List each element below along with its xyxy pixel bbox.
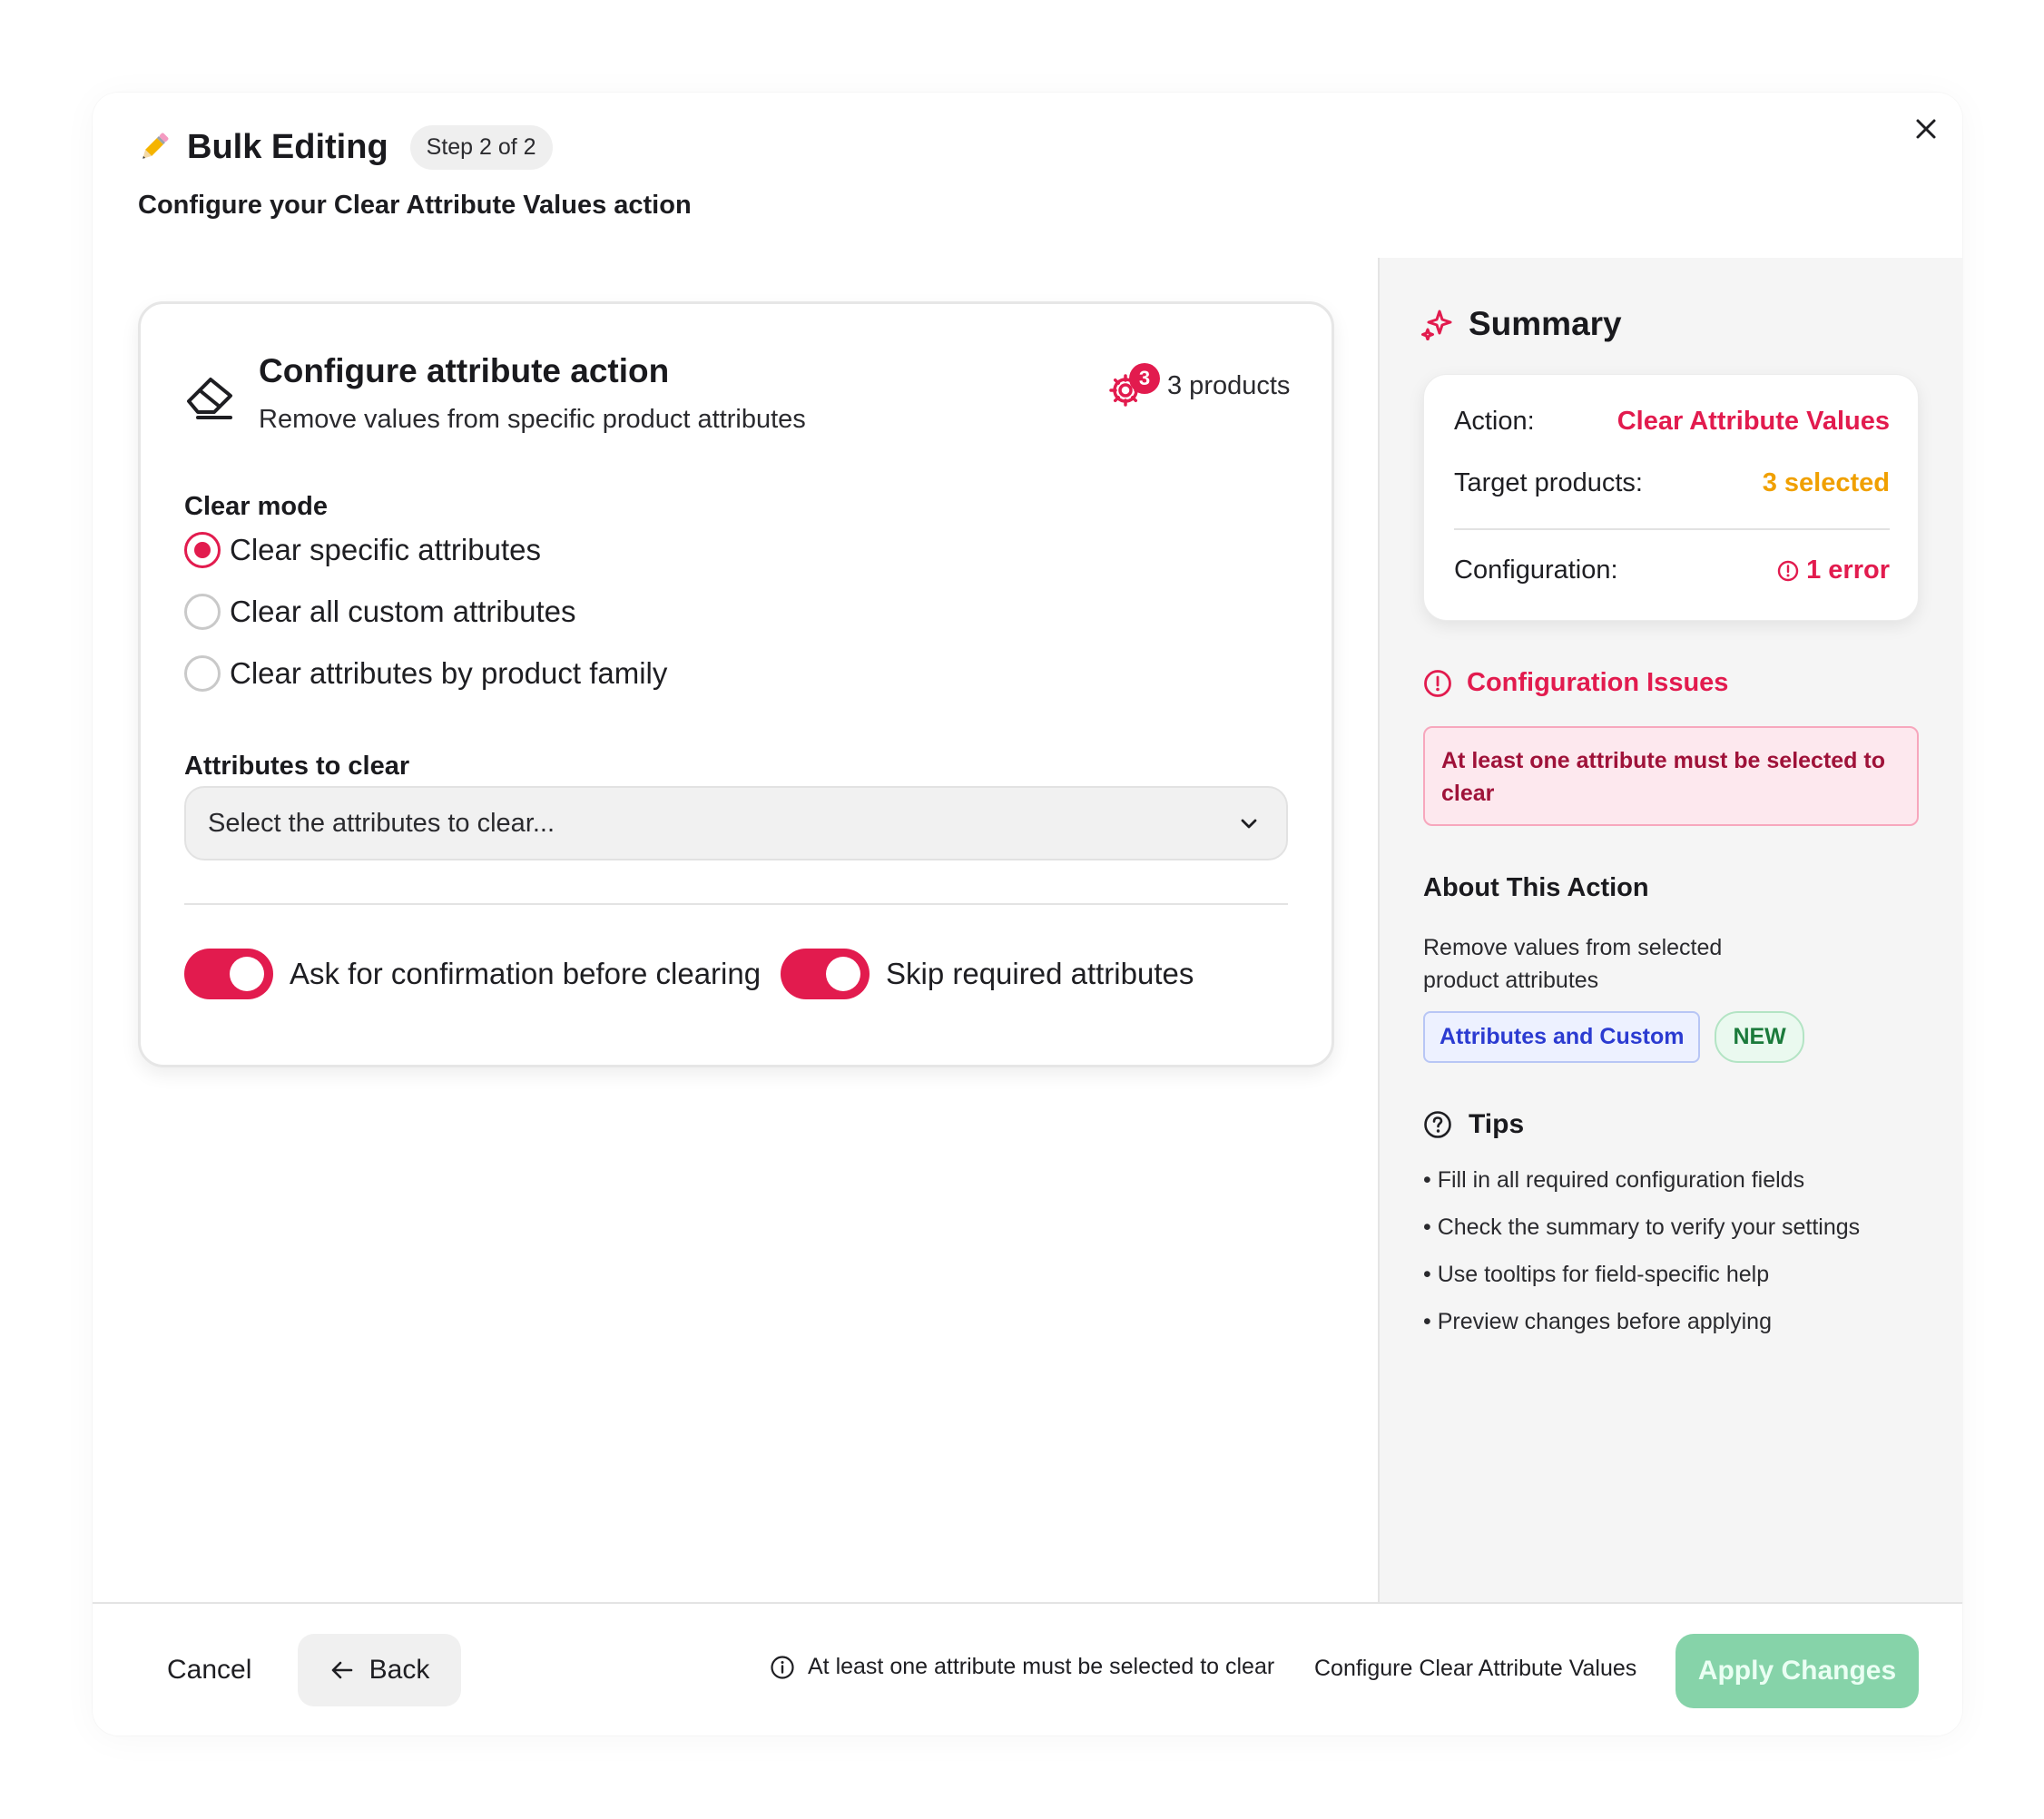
attributes-to-clear-label: Attributes to clear xyxy=(184,752,410,781)
close-button[interactable] xyxy=(1906,109,1946,149)
pencil-icon xyxy=(142,133,169,159)
attributes-select-placeholder: Select the attributes to clear... xyxy=(208,808,555,838)
radio-clear-all-custom[interactable]: Clear all custom attributes xyxy=(184,594,575,630)
radio-button[interactable] xyxy=(184,532,221,568)
toggle-label: Ask for confirmation before clearing xyxy=(290,957,762,990)
product-count-badge: 3 xyxy=(1129,363,1160,394)
summary-title: Summary xyxy=(1469,305,1622,342)
summary-action-key: Action: xyxy=(1454,407,1535,436)
apply-changes-button[interactable]: Apply Changes xyxy=(1675,1634,1919,1708)
modal-title: Bulk Editing xyxy=(187,127,388,166)
summary-config-key: Configuration: xyxy=(1454,556,1618,585)
sparkle-icon xyxy=(1421,310,1452,340)
radio-button[interactable] xyxy=(184,655,221,692)
radio-clear-specific[interactable]: Clear specific attributes xyxy=(184,532,541,568)
footer-action-label: Configure Clear Attribute Values xyxy=(1314,1656,1637,1681)
subtitle-action: Clear Attribute Values xyxy=(333,191,607,220)
new-badge: NEW xyxy=(1715,1011,1804,1063)
arrow-left-icon xyxy=(331,1661,352,1679)
toggle-label: Skip required attributes xyxy=(886,957,1194,990)
toggle-skip-required[interactable]: Skip required attributes xyxy=(781,949,1194,999)
products-label: 3 products xyxy=(1167,370,1291,400)
tips-list: Fill in all required configuration field… xyxy=(1423,1167,1860,1356)
eraser-icon xyxy=(187,378,232,419)
about-title: About This Action xyxy=(1423,873,1649,902)
tip-item: Check the summary to verify your setting… xyxy=(1423,1214,1860,1262)
card-divider xyxy=(184,903,1288,905)
alert-circle-icon xyxy=(1424,669,1451,697)
footer-validation: At least one attribute must be selected … xyxy=(770,1654,1274,1680)
radio-label: Clear all custom attributes xyxy=(230,595,576,628)
info-icon xyxy=(771,1655,794,1679)
clear-mode-label: Clear mode xyxy=(184,492,328,521)
summary-config-status: 1 error xyxy=(1777,556,1890,585)
issues-title: Configuration Issues xyxy=(1467,668,1729,697)
summary-action-row: Action: Clear Attribute Values xyxy=(1454,407,1890,437)
toggle-switch[interactable] xyxy=(184,949,273,999)
radio-label: Clear specific attributes xyxy=(230,533,541,566)
summary-target-key: Target products: xyxy=(1454,468,1643,497)
chevron-down-icon xyxy=(1241,819,1257,829)
radio-clear-by-family[interactable]: Clear attributes by product family xyxy=(184,655,667,692)
summary-action-value: Clear Attribute Values xyxy=(1617,407,1890,436)
about-tags: Attributes and Custom NEW xyxy=(1423,1011,1804,1063)
footer-validation-text: At least one attribute must be selected … xyxy=(808,1654,1275,1679)
step-badge: Step 2 of 2 xyxy=(409,124,553,170)
subtitle-suffix: action xyxy=(614,191,692,220)
tip-item: Use tooltips for field-specific help xyxy=(1423,1262,1860,1309)
modal-subtitle: Configure your Clear Attribute Values ac… xyxy=(138,191,692,221)
back-label: Back xyxy=(369,1655,430,1685)
tips-header: Tips xyxy=(1423,1109,1524,1140)
alert-circle-icon xyxy=(1777,560,1799,581)
category-tag: Attributes and Custom xyxy=(1423,1011,1701,1063)
footer-divider xyxy=(93,1602,1962,1604)
card-title: Configure attribute action xyxy=(259,352,670,389)
gear-wrap: 3 xyxy=(1107,363,1160,408)
modal-header: Bulk Editing Step 2 of 2 xyxy=(136,123,553,171)
summary-config-value: 1 error xyxy=(1806,556,1890,585)
card-description: Remove values from specific product attr… xyxy=(259,405,806,434)
summary-config-row: Configuration: 1 error xyxy=(1454,556,1890,585)
issue-message: At least one attribute must be selected … xyxy=(1423,726,1919,826)
tip-item: Fill in all required configuration field… xyxy=(1423,1167,1860,1214)
summary-divider xyxy=(1454,528,1890,530)
summary-header: Summary xyxy=(1421,305,1622,343)
tip-item: Preview changes before applying xyxy=(1423,1309,1860,1356)
issues-header: Configuration Issues xyxy=(1423,668,1728,698)
toggle-confirmation[interactable]: Ask for confirmation before clearing xyxy=(184,949,761,999)
attributes-select[interactable]: Select the attributes to clear... xyxy=(184,786,1288,860)
help-circle-icon xyxy=(1424,1111,1451,1138)
toggle-switch[interactable] xyxy=(781,949,870,999)
subtitle-prefix: Configure your xyxy=(138,191,327,220)
products-indicator: 3 3 products xyxy=(1107,363,1290,408)
summary-target-row: Target products: 3 selected xyxy=(1454,468,1890,498)
close-icon xyxy=(1916,119,1936,139)
summary-target-value: 3 selected xyxy=(1762,468,1890,497)
tips-title: Tips xyxy=(1469,1109,1525,1139)
about-description: Remove values from selected product attr… xyxy=(1423,935,1723,993)
cancel-button[interactable]: Cancel xyxy=(145,1634,273,1706)
radio-label: Clear attributes by product family xyxy=(230,656,668,690)
radio-button[interactable] xyxy=(184,594,221,630)
back-button[interactable]: Back xyxy=(298,1634,461,1706)
